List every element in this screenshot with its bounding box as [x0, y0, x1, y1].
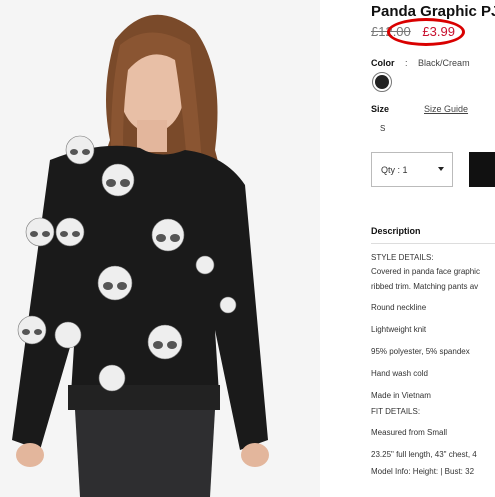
description-line: Model Info: Height: | Bust: 32	[371, 467, 475, 476]
description-line: Made in Vietnam	[371, 391, 431, 400]
color-value: Black/Cream	[418, 58, 470, 68]
size-option-s[interactable]: S	[380, 124, 385, 133]
swatch-fill	[375, 75, 389, 89]
divider	[371, 243, 495, 244]
size-guide-link[interactable]: Size Guide	[424, 104, 468, 114]
description-heading: Description	[371, 226, 421, 236]
product-image[interactable]	[0, 0, 320, 497]
color-swatch-black[interactable]	[372, 72, 392, 92]
description-line: FIT DETAILS:	[371, 407, 421, 416]
color-separator: :	[405, 58, 408, 68]
description-line: Hand wash cold	[371, 369, 428, 378]
description-line: 95% polyester, 5% spandex	[371, 347, 470, 356]
quantity-select[interactable]: Qty : 1	[371, 152, 453, 187]
color-label-row: Color : Black/Cream	[371, 58, 470, 68]
price-annotation-circle	[387, 18, 465, 46]
product-details: Panda Graphic PJ £12.00 £3.99 Color : Bl…	[371, 0, 495, 497]
chevron-down-icon	[438, 167, 444, 171]
add-to-bag-button[interactable]	[469, 152, 495, 187]
description-line: Covered in panda face graphic	[371, 267, 480, 276]
description-line: 23.25" full length, 43" chest, 4	[371, 450, 477, 459]
description-line: ribbed trim. Matching pants av	[371, 282, 479, 291]
quantity-value: Qty : 1	[381, 165, 408, 175]
color-label: Color	[371, 58, 395, 68]
description-line: STYLE DETAILS:	[371, 253, 434, 262]
description-line: Measured from Small	[371, 428, 448, 437]
size-label: Size	[371, 104, 390, 114]
model-photo	[0, 0, 320, 497]
description-line: Lightweight knit	[371, 325, 427, 334]
description-line: Round neckline	[371, 303, 427, 312]
price-row: £12.00 £3.99	[371, 18, 465, 46]
